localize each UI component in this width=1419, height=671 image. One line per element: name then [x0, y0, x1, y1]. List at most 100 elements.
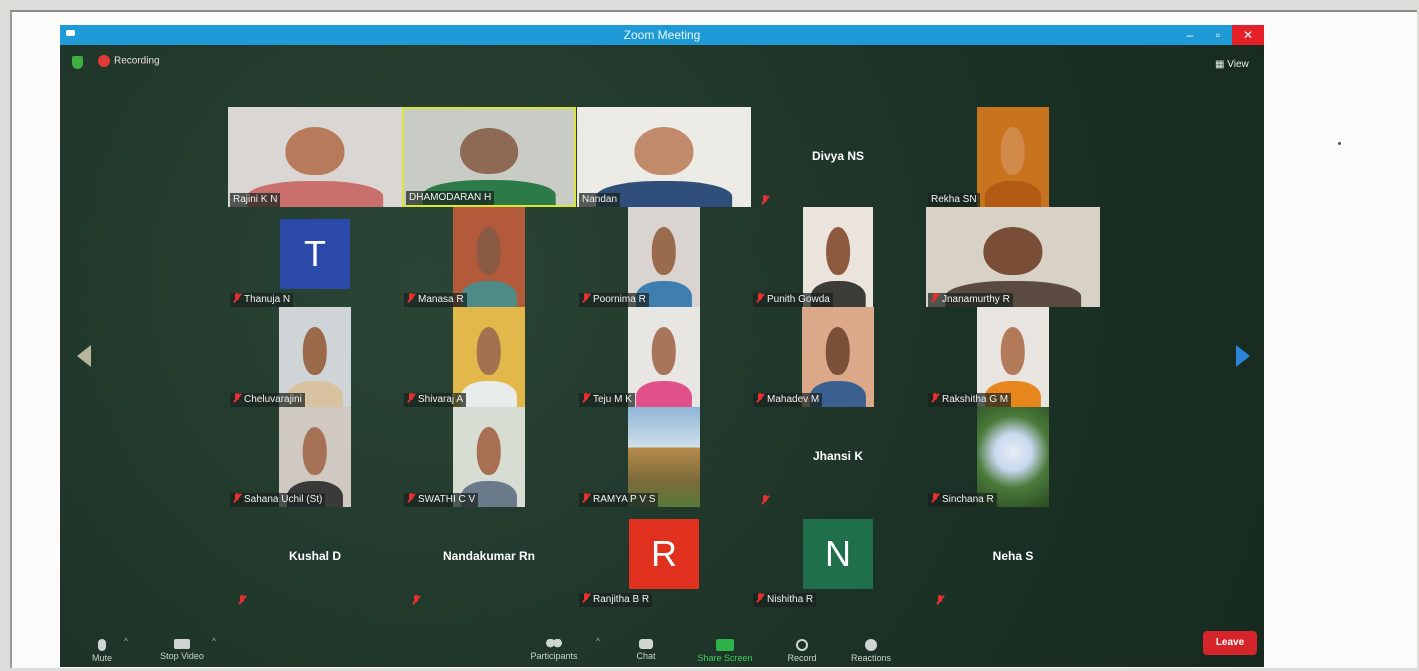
participant-video — [628, 307, 700, 407]
participant-center-name: Divya NS — [811, 149, 865, 163]
participant-tile[interactable]: Divya NS — [751, 107, 925, 207]
stop-video-button[interactable]: Stop Video — [152, 639, 212, 661]
muted-mic-icon — [233, 493, 241, 503]
mute-button[interactable]: Mute — [86, 639, 118, 663]
participant-center-name: Jhansi K — [812, 449, 863, 463]
muted-mic-icon — [756, 593, 764, 603]
participant-tile[interactable]: Neha S — [926, 507, 1100, 607]
participant-tile[interactable]: Rekha SN — [926, 107, 1100, 207]
participant-tile[interactable]: Shivaraj A — [402, 307, 576, 407]
record-icon — [796, 639, 808, 651]
participant-video — [803, 207, 873, 307]
participant-name-tag: Sinchana R — [928, 493, 997, 507]
participants-button[interactable]: 48 Participants — [522, 638, 586, 661]
participant-name-tag: Nandan — [579, 193, 621, 207]
muted-mic-icon — [233, 293, 241, 303]
participant-tile[interactable]: Sinchana R — [926, 407, 1100, 507]
avatar: T — [280, 219, 350, 289]
minimize-button[interactable]: ‒ — [1176, 25, 1204, 45]
muted-mic-icon — [931, 493, 939, 503]
camera-icon — [174, 639, 190, 649]
chat-label: Chat — [636, 651, 656, 661]
chat-icon — [639, 639, 653, 649]
participant-tile[interactable]: Rajini K N — [228, 107, 402, 207]
participant-name: SWATHI C V — [418, 494, 476, 505]
participant-video — [577, 107, 751, 207]
paper-speck — [1338, 142, 1341, 145]
participant-name-tag: Rakshitha G M — [928, 393, 1012, 407]
participant-tile[interactable]: Sahana Uchil (St) — [228, 407, 402, 507]
participant-tile[interactable]: Jhansi K — [751, 407, 925, 507]
muted-mic-icon — [582, 393, 590, 403]
record-button[interactable]: Record — [782, 639, 822, 663]
participant-name-tag: Rekha SN — [928, 193, 980, 207]
muted-mic-icon — [238, 595, 246, 605]
avatar: R — [629, 519, 699, 589]
participant-tile[interactable]: Jnanamurthy R — [926, 207, 1100, 307]
security-shield-icon[interactable] — [72, 56, 83, 69]
participant-tile[interactable]: T Thanuja N — [228, 207, 402, 307]
share-screen-label: Share Screen — [697, 653, 753, 663]
muted-mic-icon — [407, 293, 415, 303]
share-screen-button[interactable]: Share Screen — [690, 639, 760, 663]
participant-video — [802, 307, 874, 407]
video-options-chevron-icon[interactable]: ^ — [212, 637, 216, 646]
muted-mic-icon — [412, 595, 420, 605]
participant-tile[interactable]: Cheluvarajini — [228, 307, 402, 407]
participant-tile[interactable]: Poornima R — [577, 207, 751, 307]
participant-video — [279, 307, 351, 407]
reactions-button[interactable]: Reactions — [846, 639, 896, 663]
participant-name-tag: Poornima R — [579, 293, 649, 307]
participant-tile[interactable]: Punith Gowda — [751, 207, 925, 307]
participant-tile[interactable]: N Nishitha R — [751, 507, 925, 607]
share-screen-icon — [716, 639, 734, 651]
participant-tile[interactable]: Kushal D — [228, 507, 402, 607]
chat-button[interactable]: Chat — [628, 639, 664, 661]
participant-name-tag: Punith Gowda — [753, 293, 833, 307]
participant-video — [977, 307, 1049, 407]
participant-tile[interactable]: Mahadev M — [751, 307, 925, 407]
participant-name: Sahana Uchil (St) — [244, 494, 323, 505]
reactions-label: Reactions — [850, 653, 892, 663]
participant-tile[interactable]: DHAMODARAN H — [402, 107, 576, 207]
participant-name: Rekha SN — [931, 194, 977, 205]
participant-tile[interactable]: Manasa R — [402, 207, 576, 307]
participant-tile[interactable]: SWATHI C V — [402, 407, 576, 507]
participant-video — [926, 207, 1100, 307]
muted-mic-icon — [761, 495, 769, 505]
participant-name-tag: Nishitha R — [753, 593, 817, 607]
participant-center-name: Kushal D — [288, 549, 341, 563]
recording-indicator[interactable]: Recording — [98, 55, 160, 67]
window-title: Zoom Meeting — [623, 28, 701, 42]
previous-page-arrow-icon[interactable] — [77, 345, 91, 367]
view-button[interactable]: ▦ View — [1215, 59, 1249, 70]
participant-name: Teju M K — [593, 394, 632, 405]
participant-name-tag: SWATHI C V — [404, 493, 479, 507]
participant-name: Sinchana R — [942, 494, 994, 505]
participant-name-tag: Cheluvarajini — [230, 393, 305, 407]
audio-options-chevron-icon[interactable]: ^ — [124, 637, 128, 646]
participant-name: Shivaraj A — [418, 394, 464, 405]
participant-tile[interactable]: Nandakumar Rn — [402, 507, 576, 607]
participant-tile[interactable]: Nandan — [577, 107, 751, 207]
meeting-toolbar: Mute ^ Stop Video ^ 48 Participants ^ Ch… — [60, 635, 1264, 667]
participant-name-tag: Teju M K — [579, 393, 635, 407]
participant-tile[interactable]: R Ranjitha B R — [577, 507, 751, 607]
participant-tile[interactable]: Rakshitha G M — [926, 307, 1100, 407]
participant-name-tag: Ranjitha B R — [579, 593, 653, 607]
participant-tile[interactable]: RAMYA P V S — [577, 407, 751, 507]
participant-name: Ranjitha B R — [593, 594, 650, 605]
reactions-smiley-icon — [865, 639, 877, 651]
participants-chevron-icon[interactable]: ^ — [596, 637, 600, 646]
title-bar: Zoom Meeting ‒ ▫ ✕ — [60, 25, 1264, 45]
maximize-button[interactable]: ▫ — [1204, 25, 1232, 45]
recording-label: Recording — [114, 55, 160, 67]
close-button[interactable]: ✕ — [1232, 25, 1264, 45]
leave-button[interactable]: Leave — [1203, 631, 1257, 655]
participant-video — [453, 407, 525, 507]
next-page-arrow-icon[interactable] — [1236, 345, 1250, 367]
participant-tile[interactable]: Teju M K — [577, 307, 751, 407]
participant-name: DHAMODARAN H — [409, 192, 492, 203]
microphone-icon — [98, 639, 106, 651]
participant-name: Poornima R — [593, 294, 646, 305]
